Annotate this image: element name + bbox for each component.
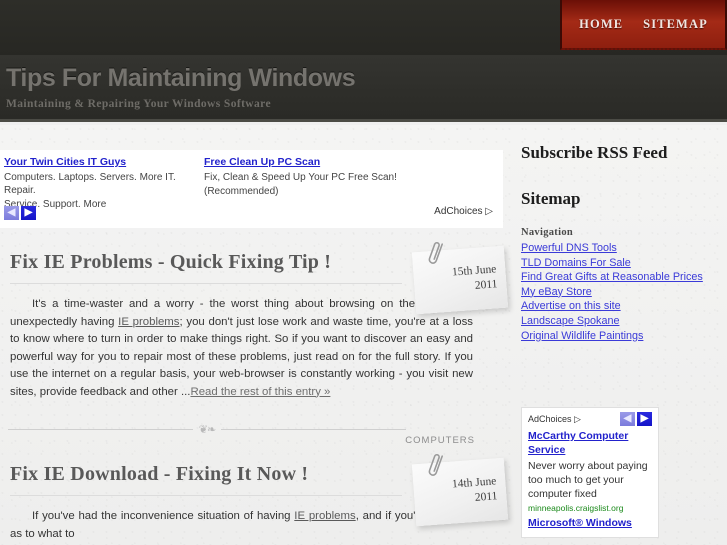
- top-header-band: HOME SITEMAP: [0, 0, 727, 55]
- article-1-read-more-link[interactable]: Read the rest of this entry »: [190, 386, 330, 398]
- adchoices-label[interactable]: AdChoices ▷: [434, 206, 493, 217]
- ad-right-line1: Fix, Clean & Speed Up Your PC Free Scan!: [204, 172, 397, 183]
- page-body: Your Twin Cities IT Guys Computers. Lapt…: [0, 125, 727, 545]
- sidebar-link-find-great-gifts[interactable]: Find Great Gifts at Reasonable Prices: [521, 270, 719, 285]
- sidebar-ad-item1-url: minneapolis.craigslist.org: [528, 503, 624, 513]
- ad-left-title[interactable]: Your Twin Cities IT Guys: [4, 155, 126, 169]
- sidebar-link-landscape-spokane[interactable]: Landscape Spokane: [521, 314, 719, 329]
- site-title-band: Tips For Maintaining Windows Maintaining…: [0, 55, 727, 122]
- ad-right-line2: (Recommended): [204, 186, 279, 197]
- nav-item-home[interactable]: HOME: [579, 17, 623, 32]
- article-1-inline-link[interactable]: IE problems: [118, 316, 179, 328]
- chevron-left-icon[interactable]: ◀: [4, 206, 19, 220]
- sidebar-heading-rss[interactable]: Subscribe RSS Feed: [521, 143, 719, 163]
- sidebar-link-original-wildlife-paintings[interactable]: Original Wildlife Paintings: [521, 329, 719, 344]
- chevron-left-icon[interactable]: ◀: [620, 412, 635, 426]
- article-2-date-note: 14th June 2011: [411, 453, 509, 527]
- nav-item-sitemap[interactable]: SITEMAP: [643, 17, 708, 32]
- sidebar-heading-sitemap[interactable]: Sitemap: [521, 189, 719, 209]
- site-tagline: Maintaining & Repairing Your Windows Sof…: [6, 98, 271, 111]
- top-advertisement-block[interactable]: Your Twin Cities IT Guys Computers. Lapt…: [0, 150, 503, 228]
- sidebar-link-powerful-dns-tools[interactable]: Powerful DNS Tools: [521, 241, 719, 256]
- sidebar-ad-item1-title[interactable]: McCarthy Computer Service: [528, 430, 652, 457]
- article-2-inline-link[interactable]: IE problems: [294, 510, 355, 522]
- sidebar-adchoices-text: AdChoices: [528, 413, 572, 424]
- site-title: Tips For Maintaining Windows: [6, 64, 356, 92]
- sidebar-ad-item1-text: Never worry about paying too much to get…: [528, 460, 648, 500]
- ad-pager[interactable]: ◀ ▶: [4, 206, 36, 220]
- chevron-right-icon[interactable]: ▶: [637, 412, 652, 426]
- sidebar-ad-pager[interactable]: ◀ ▶: [620, 412, 652, 426]
- article-1-body: It's a time-waster and a worry - the wor…: [8, 284, 473, 401]
- chevron-right-icon[interactable]: ▶: [21, 206, 36, 220]
- adchoices-triangle-icon: ▷: [485, 206, 493, 217]
- sidebar-ad-item2-title[interactable]: Microsoft® Windows: [528, 517, 652, 531]
- main-navigation: HOME SITEMAP: [560, 0, 727, 50]
- flourish-icon: ❦❧: [198, 424, 216, 436]
- article-1-category[interactable]: COMPUTERS: [405, 435, 475, 446]
- ornamental-divider: ❦❧: [8, 423, 406, 436]
- ad-left-line1: Computers. Laptops. Servers. More IT. Re…: [4, 172, 176, 196]
- ad-slot-right[interactable]: Free Clean Up PC Scan Fix, Clean & Speed…: [204, 152, 444, 211]
- ad-right-title[interactable]: Free Clean Up PC Scan: [204, 155, 320, 169]
- sidebar-navigation-list: Powerful DNS Tools TLD Domains For Sale …: [521, 241, 719, 343]
- article-2-lead: If you've had the inconvenience situatio…: [32, 510, 295, 522]
- sidebar-adchoices-label[interactable]: AdChoices ▷: [528, 414, 581, 425]
- sidebar-link-my-ebay-store[interactable]: My eBay Store: [521, 285, 719, 300]
- sidebar-navigation-label: Navigation: [521, 227, 574, 238]
- article-1-date-note: 15th June 2011: [411, 241, 509, 315]
- adchoices-triangle-icon: ▷: [574, 413, 581, 424]
- article-2-body: If you've had the inconvenience situatio…: [8, 496, 473, 543]
- sidebar-link-advertise-on-this-site[interactable]: Advertise on this site: [521, 299, 719, 314]
- sidebar-link-tld-domains-for-sale[interactable]: TLD Domains For Sale: [521, 256, 719, 271]
- adchoices-text: AdChoices: [434, 206, 483, 217]
- ad-slot-left[interactable]: Your Twin Cities IT Guys Computers. Lapt…: [4, 152, 204, 211]
- sidebar-advertisement-block[interactable]: AdChoices ▷ ◀ ▶ McCarthy Computer Servic…: [521, 407, 659, 538]
